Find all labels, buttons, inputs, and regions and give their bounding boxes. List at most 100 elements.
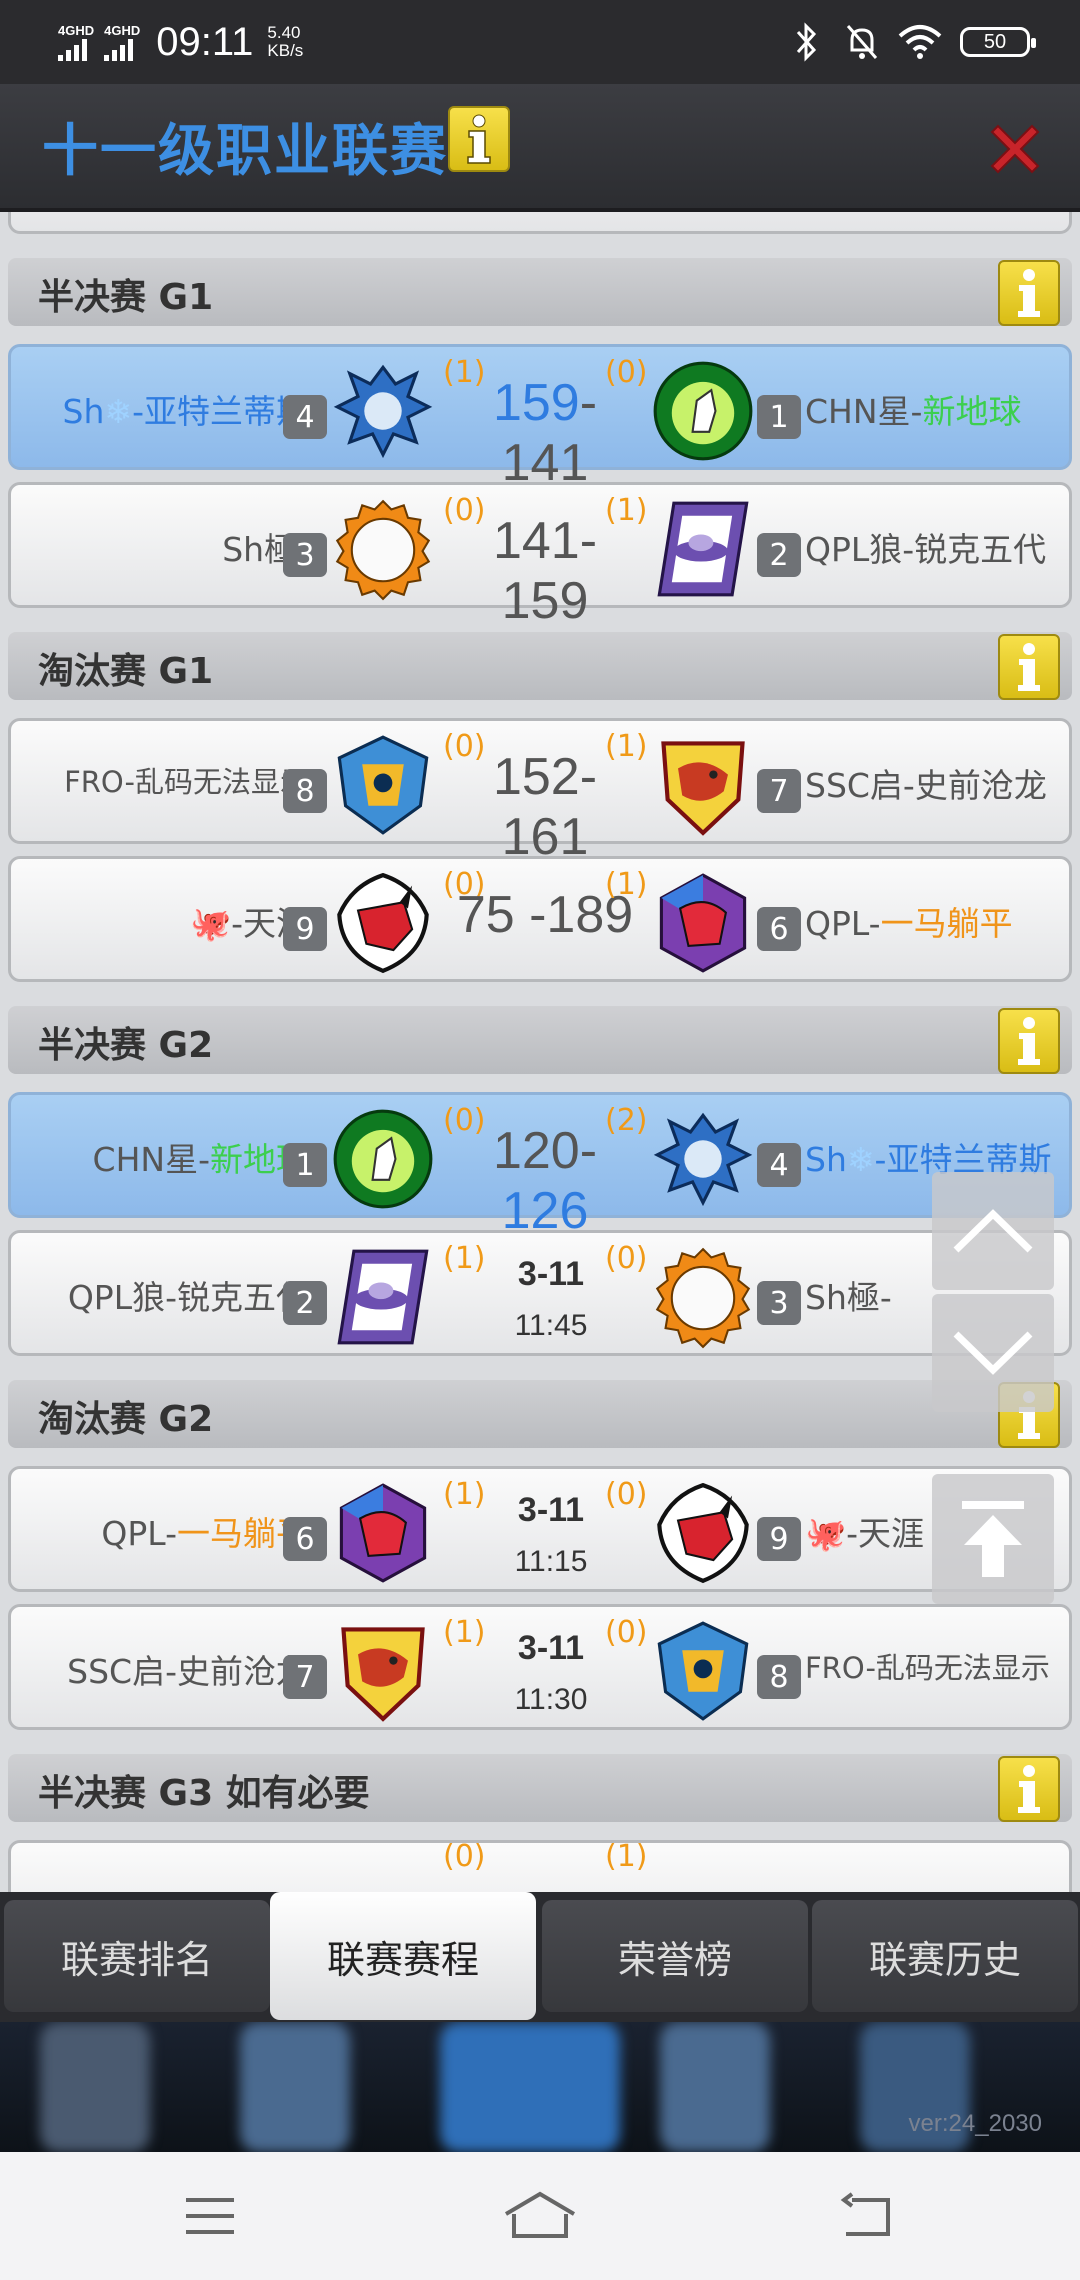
match-row-partial-top[interactable] <box>8 212 1072 234</box>
home-icon[interactable] <box>500 2190 580 2242</box>
seed-badge: 9 <box>283 907 327 951</box>
match-row[interactable]: QPL狼-锐克五代 2 (1) 3-11 11:45 (0) 3 Sh極- <box>8 1230 1072 1356</box>
section-info-button[interactable] <box>998 1008 1060 1074</box>
section-header-semifinal-g3: 半决赛 G3 如有必要 <box>8 1754 1072 1822</box>
background-menu-blurred: ver:24_2030 <box>0 2022 1080 2152</box>
series-wins: (1) <box>443 1241 486 1276</box>
team-logo-unicorn-icon <box>333 1109 433 1209</box>
team-logo-robot-icon <box>337 735 429 835</box>
match-date: 3-11 <box>517 1629 585 1667</box>
series-wins: (1) <box>443 1477 486 1512</box>
series-wins: (2) <box>605 1103 648 1138</box>
team-logo-unicorn-icon <box>653 361 753 461</box>
match-score: 152-161 <box>492 748 598 866</box>
schedule-list[interactable]: 半决赛 G1 Sh❄-亚特兰蒂斯 4 (1) 159-141 (0) 1 CHN… <box>0 212 1080 1892</box>
tab-league-ranking[interactable]: 联赛排名 <box>4 1900 270 2012</box>
section-header-knockout-g1: 淘汰赛 G1 <box>8 632 1072 700</box>
team-logo-shark-icon <box>653 1112 753 1207</box>
section-header-knockout-g2: 淘汰赛 G2 <box>8 1380 1072 1448</box>
header-info-button[interactable] <box>448 106 510 172</box>
team-right-name: Sh極- <box>805 1278 892 1317</box>
match-score: 159-141 <box>492 374 598 492</box>
tab-league-schedule[interactable]: 联赛赛程 <box>270 1892 536 2020</box>
seed-badge: 8 <box>757 1655 801 1699</box>
team-right-name: 🐙-天涯 <box>805 1514 925 1553</box>
match-score: 141-159 <box>492 512 598 630</box>
team-logo-dino-icon <box>661 741 745 836</box>
seed-badge: 6 <box>757 907 801 951</box>
match-time: 11:30 <box>514 1683 588 1716</box>
team-logo-ufo-icon <box>337 1249 429 1345</box>
team-left-name: CHN星-新地球 <box>92 1140 309 1179</box>
scroll-down-button[interactable] <box>932 1294 1054 1412</box>
match-row[interactable]: 🐙-天涯 9 (0) 75 -189 (1) 6 QPL-一马躺平 <box>8 856 1072 982</box>
team-logo-robot-icon <box>657 1621 749 1721</box>
match-time: 11:15 <box>514 1545 588 1578</box>
series-wins: (0) <box>443 1839 486 1874</box>
series-wins: (1) <box>443 1615 486 1650</box>
system-nav-bar <box>0 2152 1080 2280</box>
tab-league-history[interactable]: 联赛历史 <box>812 1900 1078 2012</box>
match-date: 3-11 <box>517 1255 585 1293</box>
section-header-semifinal-g2: 半决赛 G2 <box>8 1006 1072 1074</box>
scroll-top-button[interactable] <box>932 1474 1054 1604</box>
seed-badge: 7 <box>757 769 801 813</box>
series-wins: (0) <box>605 1241 648 1276</box>
octopus-icon: 🐙 <box>805 1514 847 1553</box>
info-icon <box>467 114 491 164</box>
section-info-button[interactable] <box>998 260 1060 326</box>
team-left-name: SSC启-史前沧龙 <box>67 1652 309 1691</box>
seed-badge: 9 <box>757 1517 801 1561</box>
series-wins: (0) <box>605 1477 648 1512</box>
info-icon <box>1018 1017 1040 1065</box>
team-logo-dino-icon <box>341 1627 425 1722</box>
match-row[interactable]: FRO-乱码无法显示 8 (0) 152-161 (1) 7 SSC启-史前沧龙 <box>8 718 1072 866</box>
scroll-up-button[interactable] <box>932 1172 1054 1290</box>
tab-bar: 联赛排名 联赛赛程 荣誉榜 联赛历史 <box>0 1892 1080 2022</box>
match-date: 3-11 <box>517 1491 585 1529</box>
match-row-partial[interactable]: (0) (1) <box>8 1839 1072 1892</box>
match-score: 120-126 <box>492 1122 598 1240</box>
menu-icon[interactable] <box>180 2190 240 2242</box>
info-icon <box>1018 1765 1040 1813</box>
mute-bell-icon <box>846 25 878 59</box>
page-title: 十一级职业联赛 <box>42 119 448 184</box>
seed-badge: 4 <box>757 1143 801 1187</box>
team-logo-rhino-icon <box>657 1482 749 1584</box>
team-right-name: QPL-一马躺平 <box>805 904 1013 943</box>
team-logo-horse-icon <box>659 873 747 973</box>
section-info-button[interactable] <box>998 1756 1060 1822</box>
seed-badge: 8 <box>283 769 327 813</box>
series-wins: (1) <box>605 493 648 528</box>
team-logo-rhino-icon <box>337 872 429 974</box>
seed-badge: 3 <box>283 533 327 577</box>
section-info-button[interactable] <box>998 634 1060 700</box>
seed-badge: 7 <box>283 1655 327 1699</box>
octopus-icon: 🐙 <box>189 904 232 943</box>
match-row[interactable]: Sh極- 3 (0) 141-159 (1) 2 QPL狼-锐克五代 <box>8 482 1072 630</box>
tab-honor-board[interactable]: 荣誉榜 <box>542 1900 808 2012</box>
team-logo-ufo-icon <box>657 501 749 597</box>
team-logo-ring-icon <box>335 499 431 601</box>
close-icon[interactable] <box>984 118 1046 180</box>
match-row[interactable]: CHN星-新地球 1 (0) 120-126 (2) 4 Sh❄-亚特兰蒂斯 <box>8 1092 1072 1240</box>
info-icon <box>1018 643 1040 691</box>
section-header-semifinal-g1: 半决赛 G1 <box>8 258 1072 326</box>
team-right-name: SSC启-史前沧龙 <box>805 766 1047 805</box>
battery-icon: 50 <box>960 27 1036 57</box>
signal-icon-1: 4GHD <box>58 24 94 61</box>
match-row[interactable]: Sh❄-亚特兰蒂斯 4 (1) 159-141 (0) 1 CHN星-新地球 <box>8 344 1072 492</box>
team-left-name: QPL狼-锐克五代 <box>67 1278 309 1317</box>
arrow-to-top-icon <box>962 1501 1024 1577</box>
seed-badge: 6 <box>283 1517 327 1561</box>
series-wins: (1) <box>605 729 648 764</box>
match-row[interactable]: SSC启-史前沧龙 7 (1) 3-11 11:30 (0) 8 FRO-乱码无… <box>8 1604 1072 1730</box>
back-icon[interactable] <box>840 2190 900 2242</box>
match-row[interactable]: QPL-一马躺平 6 (1) 3-11 11:15 (0) 9 🐙-天涯 <box>8 1466 1072 1592</box>
series-wins: (0) <box>605 1615 648 1650</box>
series-wins: (0) <box>605 355 648 390</box>
chevron-up-icon <box>953 1209 1033 1253</box>
status-bar: 4GHD 4GHD 09:11 5.40 KB/s 50 <box>0 0 1080 84</box>
network-speed: 5.40 KB/s <box>267 23 304 60</box>
series-wins: (1) <box>605 1839 648 1874</box>
